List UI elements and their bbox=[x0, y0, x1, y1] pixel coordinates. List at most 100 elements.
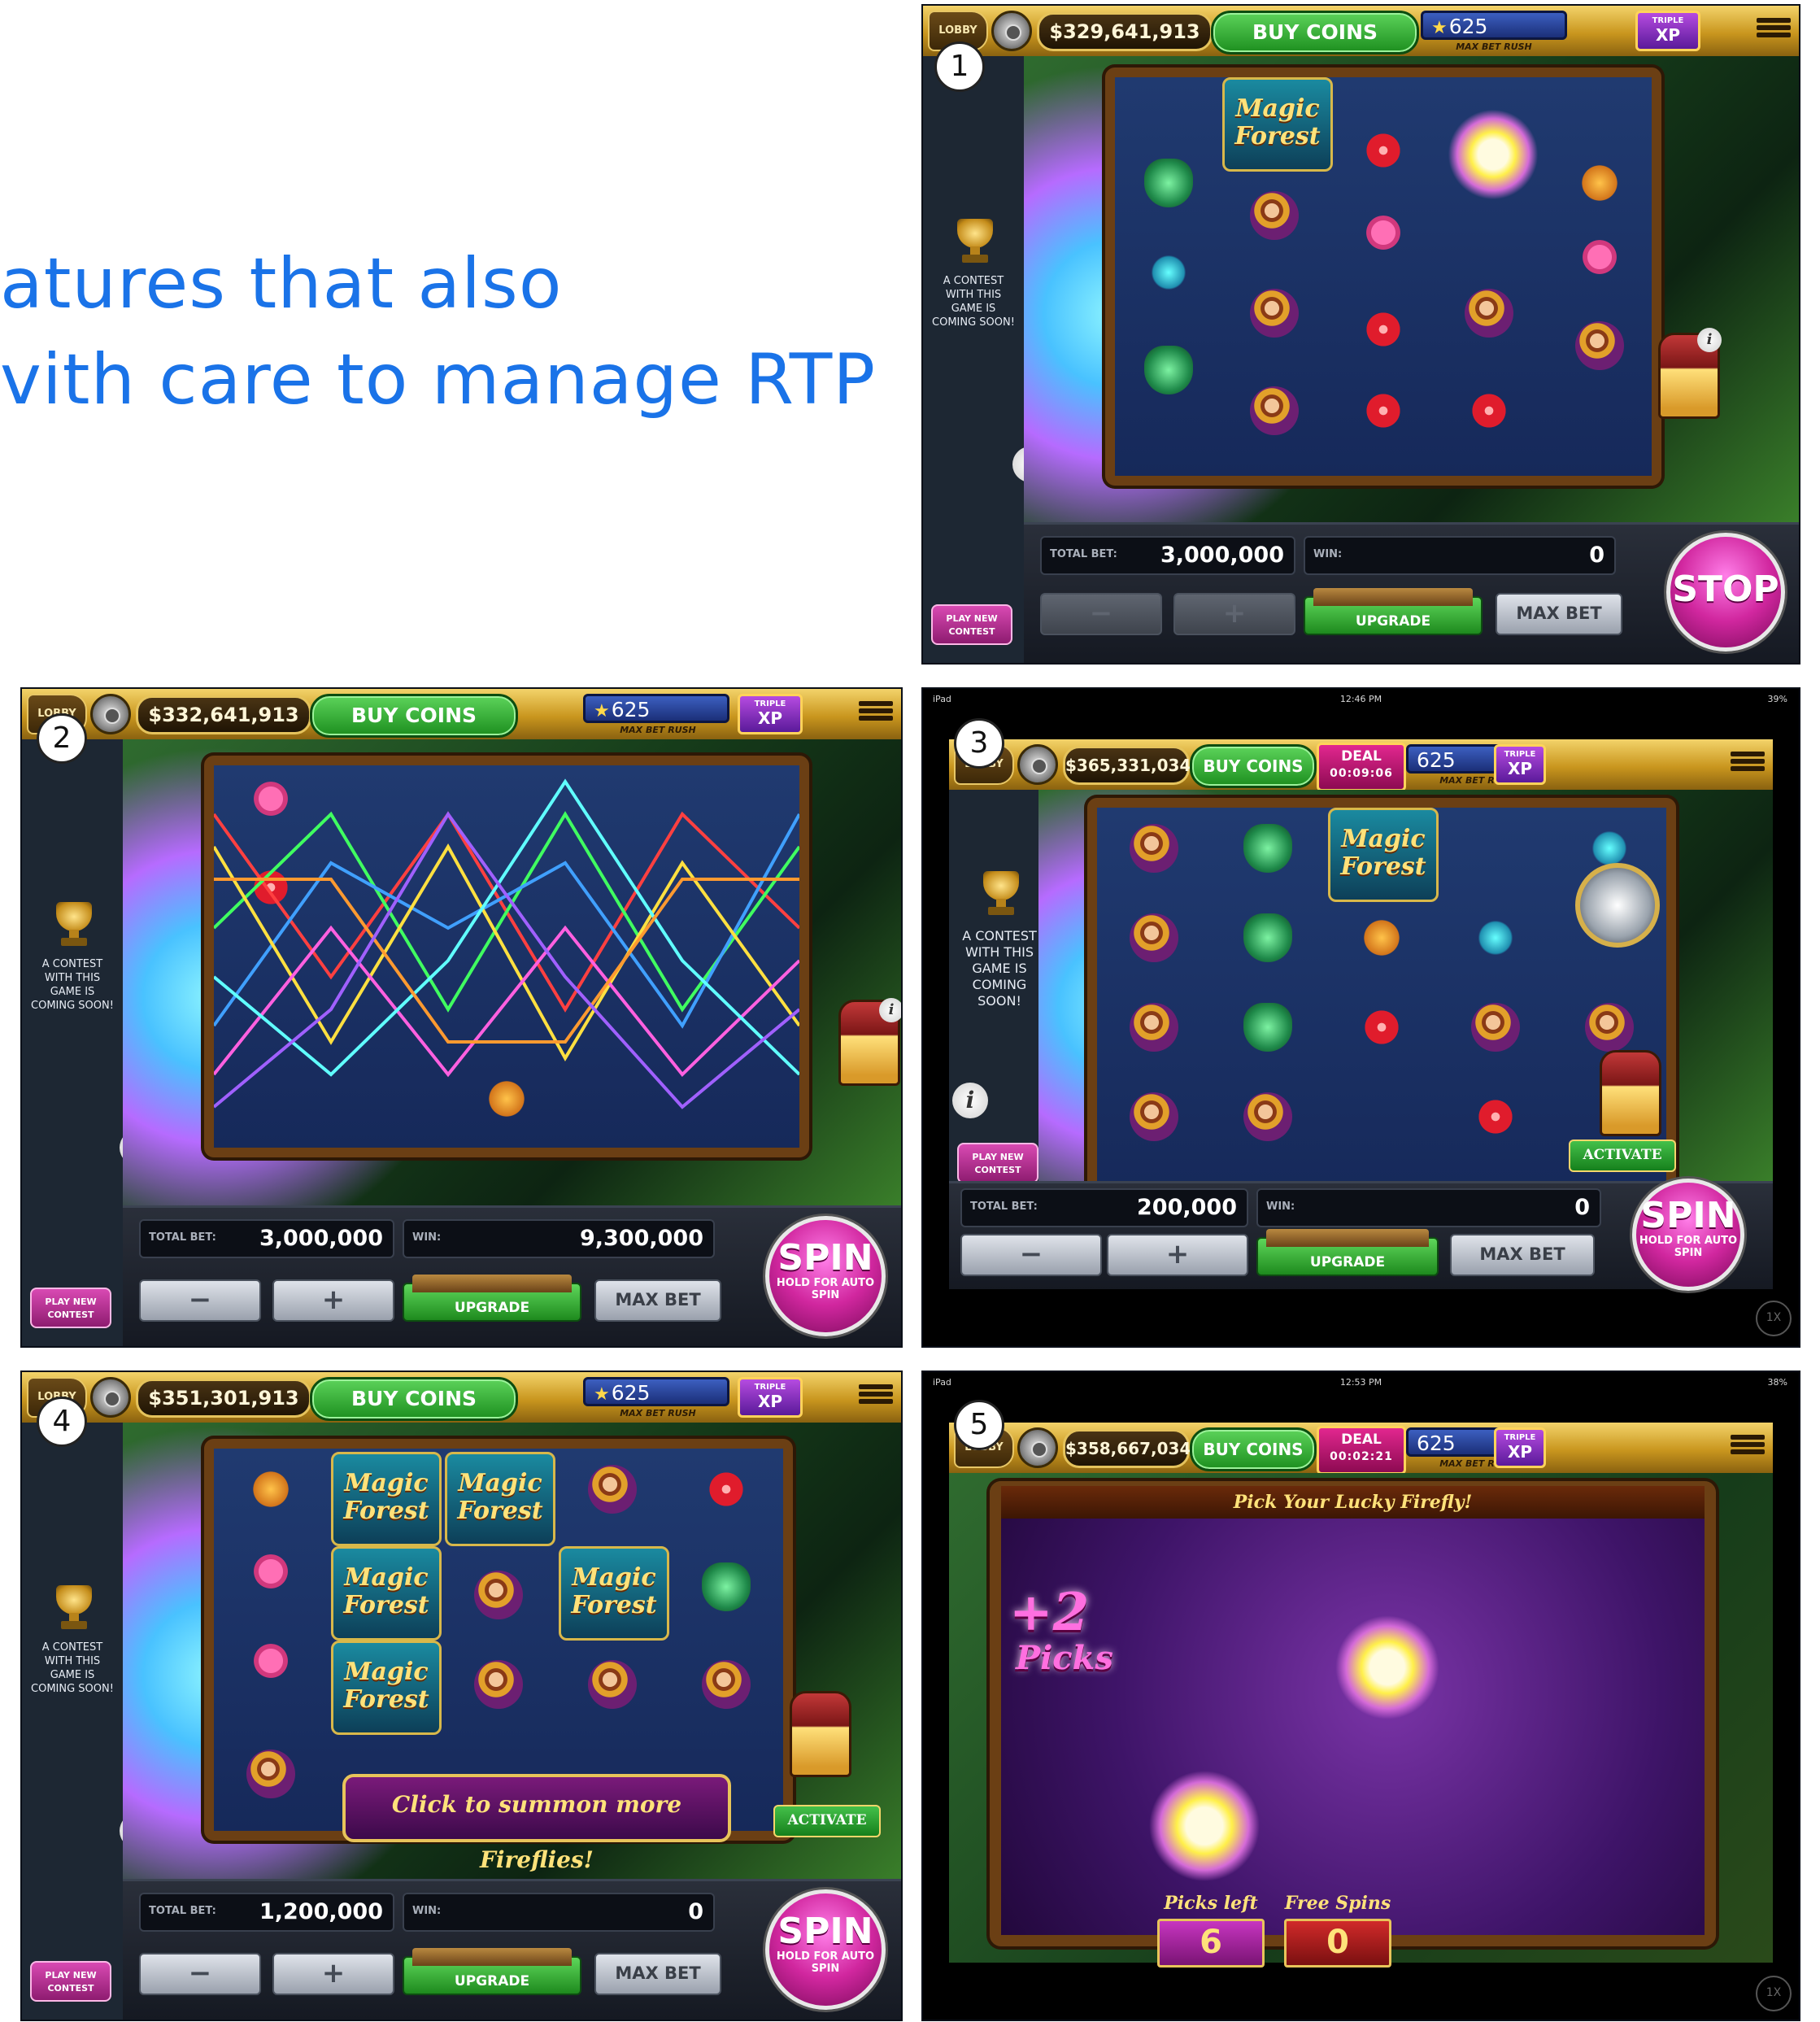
fairy-symbol bbox=[1471, 1003, 1520, 1052]
k-symbol bbox=[1575, 159, 1624, 207]
increase-bet-button[interactable]: + bbox=[1173, 593, 1295, 635]
buy-coins-button[interactable]: BUY COINS bbox=[310, 694, 518, 738]
triple-xp-badge[interactable]: TRIPLE XP bbox=[1494, 744, 1546, 785]
total-bet-field: TOTAL BET: 3,000,000 bbox=[139, 1219, 394, 1258]
upgrade-button[interactable]: UPGRADE bbox=[403, 1275, 581, 1322]
win-label: WIN: bbox=[1313, 548, 1343, 560]
decrease-bet-button[interactable]: − bbox=[139, 1279, 261, 1322]
play-new-contest-button[interactable]: PLAY NEW CONTEST bbox=[30, 1288, 111, 1328]
increase-bet-button[interactable]: + bbox=[272, 1279, 394, 1322]
top-bar: LOBBY $365,331,034 BUY COINS DEAL00:09:0… bbox=[949, 739, 1773, 792]
logo-forest: Forest bbox=[571, 1591, 657, 1619]
max-bet-button[interactable]: MAX BET bbox=[1496, 593, 1622, 635]
triple-xp-badge[interactable]: TRIPLE XP bbox=[1635, 11, 1700, 51]
game-view: LOBBY $329,641,913 BUY COINS ★625 MAX BE… bbox=[923, 6, 1799, 663]
deal-timer-badge[interactable]: DEAL 00:09:06 bbox=[1317, 743, 1406, 791]
picks-left-label: Picks left bbox=[1164, 1893, 1258, 1914]
firefly-icon[interactable] bbox=[1139, 1761, 1269, 1891]
spin-button[interactable]: SPIN HOLD FOR AUTO SPIN bbox=[765, 1216, 886, 1336]
info-icon[interactable]: i bbox=[952, 1083, 988, 1118]
menu-icon[interactable] bbox=[1731, 749, 1765, 778]
max-bet-button[interactable]: MAX BET bbox=[594, 1279, 721, 1322]
play-new-contest-button[interactable]: PLAY NEW CONTEST bbox=[957, 1143, 1038, 1183]
settings-gear-icon[interactable] bbox=[90, 1377, 131, 1418]
one-x-indicator[interactable]: 1X bbox=[1756, 1976, 1792, 2011]
lantern-icon[interactable] bbox=[1600, 1050, 1661, 1136]
k-symbol bbox=[246, 1465, 295, 1514]
flower-symbol bbox=[702, 1465, 751, 1514]
decrease-bet-button[interactable]: − bbox=[139, 1953, 261, 1995]
settings-gear-icon[interactable] bbox=[991, 11, 1032, 51]
q-symbol bbox=[1243, 1003, 1292, 1052]
buy-coins-button[interactable]: BUY COINS bbox=[310, 1377, 518, 1421]
paylines bbox=[214, 778, 799, 1109]
contest-coming-soon: A CONTEST WITH THIS GAME IS COMING SOON! bbox=[31, 1641, 114, 1695]
fairy-symbol bbox=[588, 1465, 637, 1514]
buy-coins-button[interactable]: BUY COINS bbox=[1211, 11, 1419, 54]
xp-level-bar: ★625 bbox=[1421, 11, 1567, 40]
upgrade-button[interactable]: UPGRADE bbox=[1304, 588, 1483, 635]
one-x-indicator[interactable]: 1X bbox=[1756, 1301, 1792, 1336]
fairy-symbol bbox=[1250, 386, 1299, 435]
menu-icon[interactable] bbox=[1731, 1432, 1765, 1462]
upgrade-button[interactable]: UPGRADE bbox=[403, 1948, 581, 1995]
increase-bet-button[interactable]: + bbox=[1107, 1234, 1248, 1276]
logo-magic: Magic bbox=[1235, 94, 1320, 123]
coin-balance: $329,641,913 bbox=[1037, 12, 1213, 51]
bet-controls: TOTAL BET: 1,200,000 WIN: 0 − + UPGRADE MA… bbox=[123, 1879, 901, 2020]
q-symbol bbox=[1243, 824, 1292, 873]
firefly-icon[interactable] bbox=[1326, 1606, 1448, 1728]
upgrade-button[interactable]: UPGRADE bbox=[1256, 1229, 1439, 1276]
triple-xp-badge[interactable]: TRIPLE XP bbox=[738, 694, 803, 734]
summon-fireflies-banner[interactable]: Click to summon more Fireflies! bbox=[342, 1774, 731, 1873]
play-new-contest-button[interactable]: PLAY NEW CONTEST bbox=[931, 604, 1012, 645]
triple-xp-badge[interactable]: TRIPLE XP bbox=[738, 1377, 803, 1418]
settings-gear-icon[interactable] bbox=[90, 694, 131, 734]
fairy-symbol bbox=[1243, 1092, 1292, 1141]
step-number-4: 4 bbox=[37, 1397, 87, 1447]
total-bet-value: 200,000 bbox=[1137, 1195, 1237, 1220]
fairy-symbol bbox=[1130, 824, 1178, 873]
buy-coins-button[interactable]: BUY COINS bbox=[1190, 744, 1317, 788]
max-bet-button[interactable]: MAX BET bbox=[594, 1953, 721, 1995]
lantern-info-icon[interactable]: i bbox=[879, 998, 901, 1022]
screenshot-5: iPad 12:53 PM 38% 5 LOBBY $358,667,034 B… bbox=[921, 1371, 1800, 2021]
fairy-symbol bbox=[1250, 289, 1299, 338]
side-panel: A CONTEST WITH THIS GAME IS COMING SOON!… bbox=[923, 56, 1048, 663]
compass-icon[interactable] bbox=[1575, 863, 1660, 948]
max-bet-button[interactable]: MAX BET bbox=[1450, 1234, 1595, 1276]
play-new-contest-button[interactable]: PLAY NEW CONTEST bbox=[30, 1961, 111, 2002]
xp-label: XP bbox=[757, 1392, 783, 1411]
lantern-info-icon[interactable]: i bbox=[1697, 328, 1722, 352]
settings-gear-icon[interactable] bbox=[1017, 1427, 1058, 1468]
fairy-symbol bbox=[1575, 321, 1624, 370]
win-field: WIN: 0 bbox=[403, 1893, 715, 1932]
decrease-bet-button[interactable]: − bbox=[1040, 593, 1162, 635]
fairy-symbol bbox=[588, 1660, 637, 1709]
stop-button[interactable]: STOP bbox=[1666, 533, 1785, 651]
xp-level-bar: ★625 bbox=[583, 694, 729, 723]
win-value: 0 bbox=[1589, 543, 1604, 568]
triple-xp-badge[interactable]: TRIPLE XP bbox=[1494, 1427, 1546, 1468]
q-symbol bbox=[1144, 346, 1193, 394]
flower-symbol bbox=[1359, 386, 1408, 435]
star-icon: ★ bbox=[594, 1384, 610, 1405]
k-symbol bbox=[1357, 913, 1406, 962]
increase-bet-button[interactable]: + bbox=[272, 1953, 394, 1995]
menu-icon[interactable] bbox=[859, 699, 893, 728]
spin-button[interactable]: SPIN HOLD FOR AUTO SPIN bbox=[765, 1889, 886, 2010]
lantern-icon[interactable] bbox=[790, 1691, 851, 1777]
settings-gear-icon[interactable] bbox=[1017, 744, 1058, 785]
menu-icon[interactable] bbox=[859, 1382, 893, 1411]
game-view: LOBBY $332,641,913 BUY COINS ★625 MAX BE… bbox=[22, 689, 901, 1346]
xp-level: 625 bbox=[1448, 15, 1488, 38]
decrease-bet-button[interactable]: − bbox=[960, 1234, 1102, 1276]
menu-icon[interactable] bbox=[1757, 15, 1791, 45]
win-field: WIN: 9,300,000 bbox=[403, 1219, 715, 1258]
activate-button[interactable]: ACTIVATE bbox=[1569, 1140, 1676, 1172]
spin-button[interactable]: SPIN HOLD FOR AUTO SPIN bbox=[1632, 1179, 1744, 1291]
buy-coins-button[interactable]: BUY COINS bbox=[1190, 1427, 1317, 1471]
activate-button[interactable]: ACTIVATE bbox=[773, 1805, 881, 1837]
deal-timer-badge[interactable]: DEAL 00:02:21 bbox=[1317, 1426, 1406, 1475]
coin-balance: $365,331,034 bbox=[1063, 746, 1191, 785]
